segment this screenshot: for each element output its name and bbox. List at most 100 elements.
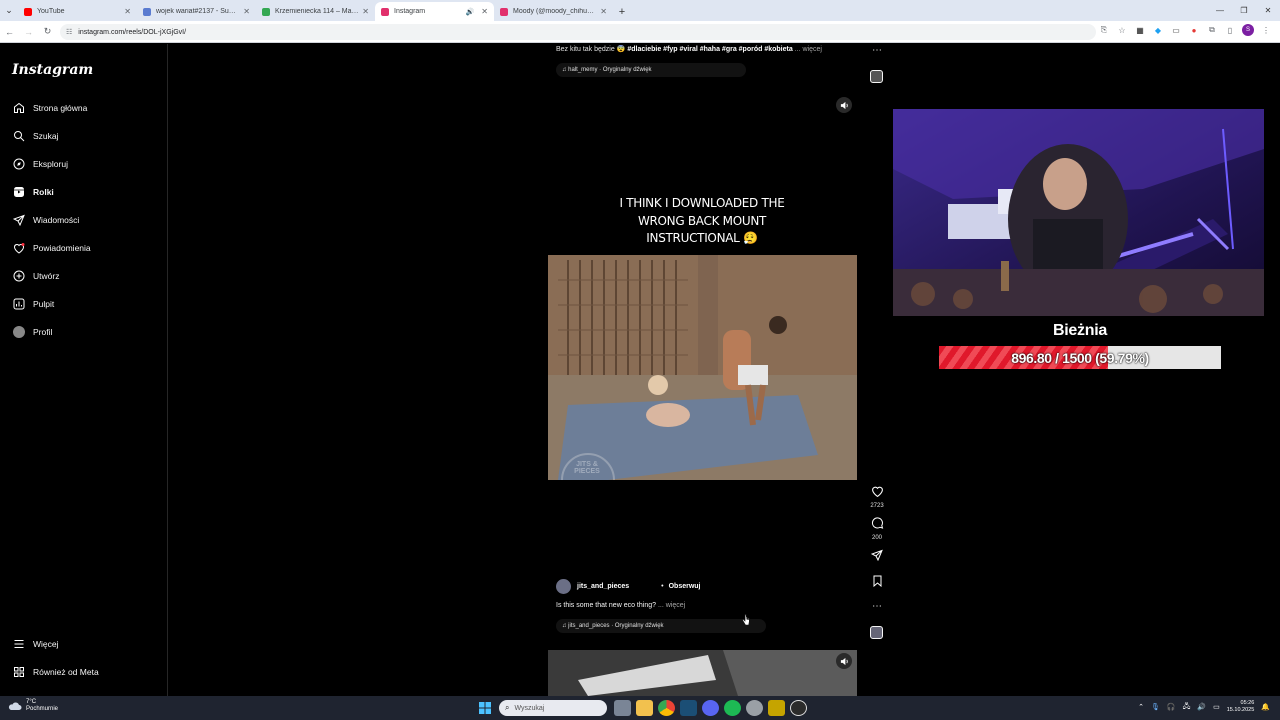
tab-close-icon[interactable]: ✕ — [243, 7, 250, 16]
tab-title: Krzemieniecka 114 – Mapy Goo — [275, 8, 359, 15]
next-reel-video[interactable] — [548, 650, 857, 696]
extension-icon[interactable]: ● — [1188, 24, 1200, 36]
sidebar-item-label: Powiadomienia — [33, 243, 91, 253]
save-action[interactable] — [869, 574, 885, 592]
app-icon[interactable] — [746, 700, 763, 716]
browser-tab[interactable]: Instagram 🔊 ✕ — [375, 2, 494, 21]
avatar — [12, 325, 26, 339]
extension-icon[interactable]: ▦ — [1134, 24, 1146, 36]
sidebar-item[interactable]: Szukaj — [12, 126, 59, 146]
sidebar-item[interactable]: Strona główna — [12, 98, 87, 118]
bookmark-icon[interactable] — [872, 575, 883, 588]
tray-chevron-icon[interactable]: ⌃ — [1138, 703, 1144, 711]
forward-button[interactable]: → — [19, 21, 38, 43]
browser-menu-icon[interactable]: ⋮ — [1260, 24, 1272, 36]
discord-icon[interactable] — [702, 700, 719, 716]
taskbar-search[interactable]: ⌕ Wyszukaj — [499, 700, 607, 716]
taskbar: 7°C Pochmurnie ⌕ Wyszukaj ⌃ 🎙 🎧 🖧 🔊 ▭ 05… — [0, 696, 1280, 720]
prev-more-options-icon[interactable]: ⋯ — [870, 45, 884, 56]
next-mute-button[interactable] — [836, 653, 852, 669]
browser-tab[interactable]: wojek wariat#2137 - Summoner✕ — [137, 2, 256, 21]
profile-avatar[interactable]: S — [1242, 24, 1254, 36]
mute-button[interactable] — [836, 97, 852, 113]
extension-icon[interactable]: ◆ — [1152, 24, 1164, 36]
windows-start-icon[interactable] — [479, 702, 491, 714]
clock[interactable]: 05:26 15.10.2025 — [1227, 700, 1255, 714]
weather-desc: Pochmurnie — [26, 706, 59, 712]
sidebar-bottom-item[interactable]: Więcej — [12, 634, 59, 654]
prev-caption-text: Bez kitu tak będzie 😨 — [556, 46, 628, 53]
site-info-icon[interactable]: ☷ — [66, 28, 72, 36]
extensions-puzzle-icon[interactable]: ⧉ — [1206, 24, 1218, 36]
sidebar-item[interactable]: Wiadomości — [12, 210, 79, 230]
task-view-icon[interactable] — [614, 700, 631, 716]
prev-more-link[interactable]: ... więcej — [793, 46, 822, 53]
network-icon[interactable]: 🖧 — [1183, 702, 1191, 713]
sidebar-item[interactable]: Rolki — [12, 182, 54, 202]
close-window-button[interactable]: ✕ — [1256, 0, 1280, 21]
heart-icon[interactable] — [871, 485, 884, 498]
avatar[interactable] — [556, 578, 571, 594]
tab-search-chevron-icon[interactable]: ⌄ — [0, 0, 18, 21]
sidebar-item[interactable]: Utwórz — [12, 266, 59, 286]
comment-action[interactable]: 200 — [869, 516, 885, 541]
new-tab-button[interactable]: + — [613, 2, 631, 21]
tab-close-icon[interactable]: ✕ — [600, 7, 607, 16]
sidebar-item[interactable]: Pulpit — [12, 294, 54, 314]
send-icon[interactable] — [870, 549, 883, 562]
sidebar-item[interactable]: Powiadomienia — [12, 238, 91, 258]
separator-dot: • — [661, 582, 664, 590]
notifications-icon[interactable]: 🔔 — [1261, 703, 1270, 711]
browser-tab[interactable]: Moody (@moody_chihuahua) -✕ — [494, 2, 613, 21]
sidebar-bottom-item[interactable]: Również od Meta — [12, 662, 99, 682]
prev-audio-avatar[interactable] — [870, 70, 883, 83]
sidebar-item[interactable]: Profil — [12, 322, 52, 342]
browser-tab[interactable]: Krzemieniecka 114 – Mapy Goo✕ — [256, 2, 375, 21]
more-link[interactable]: ... więcej — [656, 602, 685, 609]
audio-pill[interactable]: ♫ jits_and_pieces · Oryginalny dźwięk — [556, 619, 766, 633]
minimize-button[interactable]: — — [1208, 0, 1232, 21]
maximize-button[interactable]: ❐ — [1232, 0, 1256, 21]
file-explorer-icon[interactable] — [636, 700, 653, 716]
search-icon: ⌕ — [505, 703, 510, 712]
reload-button[interactable]: ↻ — [38, 21, 57, 43]
battery-icon[interactable]: ▭ — [1213, 703, 1220, 711]
chrome-icon[interactable] — [658, 700, 675, 716]
spotify-icon[interactable] — [724, 700, 741, 716]
volume-icon[interactable]: 🔊 — [1197, 703, 1206, 711]
headset-icon[interactable]: 🎧 — [1167, 703, 1176, 711]
watermark: JITS & PIECES — [574, 461, 600, 475]
mic-icon[interactable]: 🎙 — [1151, 703, 1160, 711]
mouse-cursor-icon — [742, 614, 750, 626]
prev-audio-pill[interactable]: ♫ halt_memy · Oryginalny dźwięk — [556, 63, 746, 77]
tab-close-icon[interactable]: ✕ — [362, 7, 369, 16]
sidebar-toggle-icon[interactable]: ▯ — [1224, 24, 1236, 36]
bookmark-star-icon[interactable]: ☆ — [1116, 24, 1128, 36]
author-username[interactable]: jits_and_pieces — [577, 583, 629, 590]
browser-tab[interactable]: YouTube ✕ — [18, 2, 137, 21]
tab-close-icon[interactable]: ✕ — [481, 7, 488, 16]
sidebar-item-label: Pulpit — [33, 299, 55, 309]
share-action[interactable] — [869, 548, 885, 566]
extension-icon[interactable]: ▭ — [1170, 24, 1182, 36]
app-icon[interactable] — [768, 700, 785, 716]
weather-widget[interactable]: 7°C Pochmurnie — [8, 699, 58, 713]
sidebar-item[interactable]: Eksploruj — [12, 154, 68, 174]
reel-overlay-text: I THINK I DOWNLOADED THE WRONG BACK MOUN… — [619, 196, 785, 245]
like-action[interactable]: 2723 — [869, 484, 885, 509]
browser-toolbar: ← → ↻ ☷ instagram.com/reels/DOL-jXGjGvI/… — [0, 21, 1280, 43]
prev-caption-tags[interactable]: #dlaciebie #fyp #viral #haha #gra #poród… — [627, 46, 792, 53]
back-button[interactable]: ← — [0, 21, 19, 43]
install-app-icon[interactable]: ⎘ — [1098, 24, 1110, 36]
instagram-logo[interactable]: Instagram — [12, 62, 93, 78]
steam-icon[interactable] — [680, 700, 697, 716]
browser-tools: ⎘ ☆ ▦ ◆ ▭ ● ⧉ ▯ S ⋮ — [1098, 24, 1272, 36]
more-options-icon[interactable]: ⋯ — [870, 601, 884, 612]
obs-icon[interactable] — [790, 700, 807, 716]
url-bar[interactable]: ☷ instagram.com/reels/DOL-jXGjGvI/ — [60, 24, 1096, 40]
comment-icon[interactable] — [871, 517, 884, 529]
audio-avatar[interactable] — [870, 626, 883, 639]
tab-close-icon[interactable]: ✕ — [124, 7, 131, 16]
follow-button[interactable]: Obserwuj — [669, 583, 701, 590]
tab-audio-icon[interactable]: 🔊 — [466, 8, 475, 16]
